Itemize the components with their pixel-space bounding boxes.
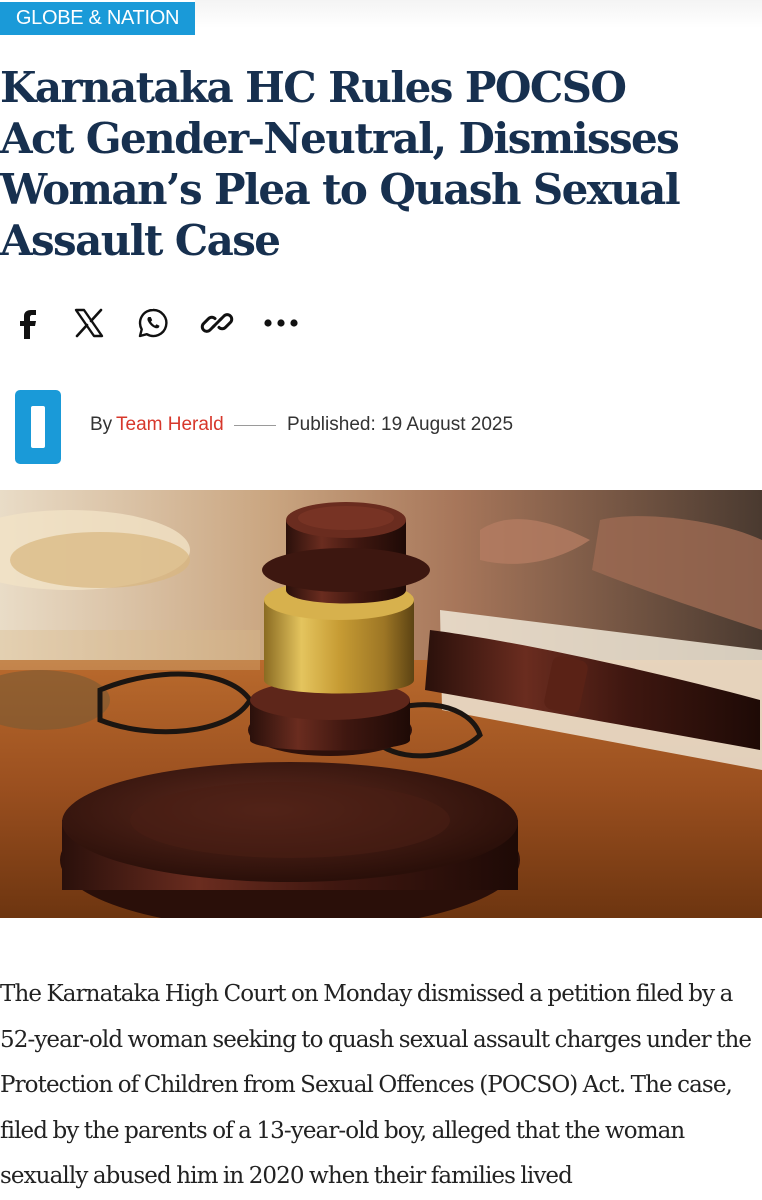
top-fade bbox=[195, 0, 762, 28]
judge-gavel-photo bbox=[0, 490, 762, 918]
publisher-logo bbox=[15, 390, 61, 464]
published-date: Published: 19 August 2025 bbox=[287, 414, 514, 435]
facebook-icon bbox=[20, 310, 36, 339]
category-tag[interactable]: GLOBE & NATION bbox=[0, 2, 195, 35]
copy-link-button[interactable] bbox=[190, 296, 244, 350]
share-whatsapp-button[interactable] bbox=[126, 296, 180, 350]
by-label: By bbox=[90, 414, 113, 435]
more-icon bbox=[264, 319, 298, 327]
hero-image bbox=[0, 490, 762, 918]
share-bar bbox=[0, 296, 320, 350]
whatsapp-icon bbox=[138, 308, 168, 338]
x-icon bbox=[74, 308, 104, 338]
author-link[interactable]: Team Herald bbox=[116, 414, 224, 436]
share-x-button[interactable] bbox=[62, 296, 116, 350]
article-headline: Karnataka HC Rules POCSO Act Gender-Neut… bbox=[0, 63, 681, 265]
link-icon bbox=[200, 313, 234, 333]
byline: By Team Herald Published: 19 August 2025 bbox=[0, 384, 762, 468]
more-share-button[interactable] bbox=[254, 296, 308, 350]
byline-divider bbox=[234, 425, 276, 426]
article-paragraph: The Karnataka High Court on Monday dismi… bbox=[0, 981, 752, 1189]
share-facebook-button[interactable] bbox=[0, 296, 54, 350]
